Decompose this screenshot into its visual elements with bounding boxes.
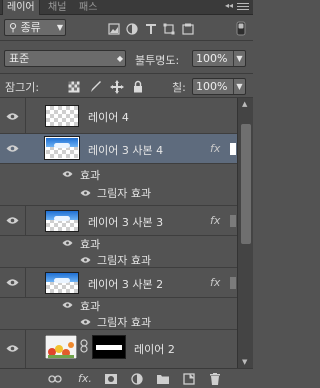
layer-row[interactable]: 레이어 2	[0, 330, 237, 368]
blend-mode-select[interactable]: 표준 ◆	[4, 50, 126, 67]
chevron-down-icon: ◆	[116, 54, 123, 63]
layers-bottom-toolbar: fx.	[0, 368, 253, 388]
eye-icon[interactable]	[62, 239, 73, 247]
opacity-value: 100%	[196, 52, 228, 65]
chevron-down-icon: ▼	[56, 23, 63, 32]
adjustment-filter-icon[interactable]	[126, 23, 138, 35]
fill-field[interactable]: 100% ▼	[192, 78, 246, 95]
search-icon: ⚲	[9, 21, 18, 34]
fill-label: 칠:	[172, 81, 186, 94]
eye-icon[interactable]	[62, 170, 73, 178]
smart-object-filter-icon[interactable]	[182, 23, 194, 35]
eye-icon[interactable]	[80, 189, 91, 197]
lock-position-icon[interactable]	[110, 80, 124, 94]
lock-row: 잠그기: 칠: 100% ▼	[0, 74, 253, 98]
layers-list: 레이어 4 레이어 3 사본 4 fx 효과 그림자 효과 레이어 3 사본 3…	[0, 98, 237, 368]
drop-shadow-effect[interactable]: 그림자 효과	[97, 185, 151, 201]
pixel-filter-icon[interactable]	[108, 23, 120, 35]
lock-all-icon[interactable]	[133, 80, 143, 93]
blend-mode-label: 표준	[9, 52, 30, 65]
link-layers-icon[interactable]	[48, 373, 62, 385]
layer-divider	[25, 98, 26, 133]
layer-thumbnail	[45, 105, 79, 127]
lock-paint-icon[interactable]	[90, 81, 102, 93]
effects-group: 효과 그림자 효과	[0, 236, 237, 268]
opacity-label: 불투명도:	[135, 54, 180, 67]
layer-thumbnail	[44, 136, 80, 160]
eye-icon[interactable]	[80, 256, 91, 264]
layer-name: 레이어 3 사본 3	[88, 216, 164, 229]
filter-toggle-icon[interactable]	[236, 21, 246, 36]
chevron-down-icon[interactable]: ▼	[233, 79, 245, 94]
effects-toggle[interactable]	[230, 277, 236, 289]
layer-row-selected[interactable]: 레이어 3 사본 4 fx	[0, 134, 237, 164]
filter-kind-label: 종류	[20, 21, 41, 34]
layer-mask-thumbnail[interactable]	[92, 335, 126, 359]
layer-row[interactable]: 레이어 3 사본 2 fx	[0, 268, 237, 298]
tab-channels[interactable]: 채널	[44, 0, 70, 15]
opacity-field[interactable]: 100% ▼	[192, 50, 246, 67]
group-folder-icon[interactable]	[156, 373, 170, 385]
panel-tab-bar: 레이어 채널 패스 ◂◂	[0, 0, 253, 15]
add-mask-icon[interactable]	[104, 373, 118, 385]
adjustment-layer-icon[interactable]	[130, 373, 144, 385]
new-layer-icon[interactable]	[182, 373, 196, 385]
eye-icon[interactable]	[6, 144, 19, 153]
layer-divider	[25, 330, 26, 368]
fx-icon[interactable]: fx	[210, 142, 220, 155]
layer-name: 레이어 2	[134, 343, 175, 356]
layer-name: 레이어 4	[88, 111, 129, 124]
scrollbar-thumb[interactable]	[241, 124, 251, 244]
lock-transparency-icon[interactable]	[68, 81, 80, 93]
eye-icon[interactable]	[6, 344, 19, 353]
lock-label: 잠그기:	[5, 81, 40, 94]
effects-group: 효과 그림자 효과	[0, 298, 237, 330]
filter-row: ⚲ 종류 ▼	[0, 15, 253, 40]
eye-icon[interactable]	[6, 112, 19, 121]
drop-shadow-effect[interactable]: 그림자 효과	[97, 252, 151, 268]
panel-menu-icon[interactable]	[237, 2, 249, 12]
filter-kind-select[interactable]: ⚲ 종류 ▼	[4, 19, 66, 36]
eye-icon[interactable]	[6, 216, 19, 225]
effects-label: 효과	[80, 169, 101, 182]
scroll-up-icon[interactable]: ▲	[242, 100, 247, 108]
layer-row[interactable]: 레이어 4	[0, 98, 237, 134]
effects-toggle[interactable]	[230, 215, 236, 227]
effects-group: 효과 그림자 효과	[0, 164, 237, 206]
tab-layers[interactable]: 레이어	[2, 0, 40, 15]
chain-link-icon[interactable]	[80, 339, 88, 353]
layer-thumbnail	[45, 335, 77, 359]
eye-icon[interactable]	[62, 301, 73, 309]
fx-icon[interactable]: fx	[210, 276, 220, 289]
eye-icon[interactable]	[80, 318, 91, 326]
fx-icon[interactable]: fx	[210, 214, 220, 227]
layer-divider	[25, 268, 26, 297]
shape-filter-icon[interactable]	[163, 23, 175, 35]
layer-divider	[25, 206, 26, 235]
collapse-panel-icon[interactable]: ◂◂	[225, 1, 233, 10]
fill-value: 100%	[196, 80, 228, 93]
layer-thumbnail	[45, 272, 79, 294]
add-layer-style-button[interactable]: fx.	[78, 372, 94, 385]
trash-icon[interactable]	[208, 373, 222, 385]
blend-row: 표준 ◆ 불투명도: 100% ▼	[0, 41, 253, 73]
scroll-down-icon[interactable]: ▼	[242, 358, 247, 366]
tab-paths[interactable]: 패스	[75, 0, 101, 15]
layers-scrollbar[interactable]: ▲ ▼	[237, 98, 253, 368]
layer-row[interactable]: 레이어 3 사본 3 fx	[0, 206, 237, 236]
chevron-down-icon[interactable]: ▼	[233, 51, 245, 66]
eye-icon[interactable]	[6, 278, 19, 287]
drop-shadow-effect[interactable]: 그림자 효과	[97, 314, 151, 330]
layer-name: 레이어 3 사본 2	[88, 278, 164, 291]
effects-toggle[interactable]	[230, 143, 236, 155]
type-filter-icon[interactable]	[145, 23, 157, 35]
effects-label: 효과	[80, 300, 101, 313]
layer-thumbnail	[45, 210, 79, 232]
layer-name: 레이어 3 사본 4	[88, 144, 164, 157]
effects-label: 효과	[80, 238, 101, 251]
